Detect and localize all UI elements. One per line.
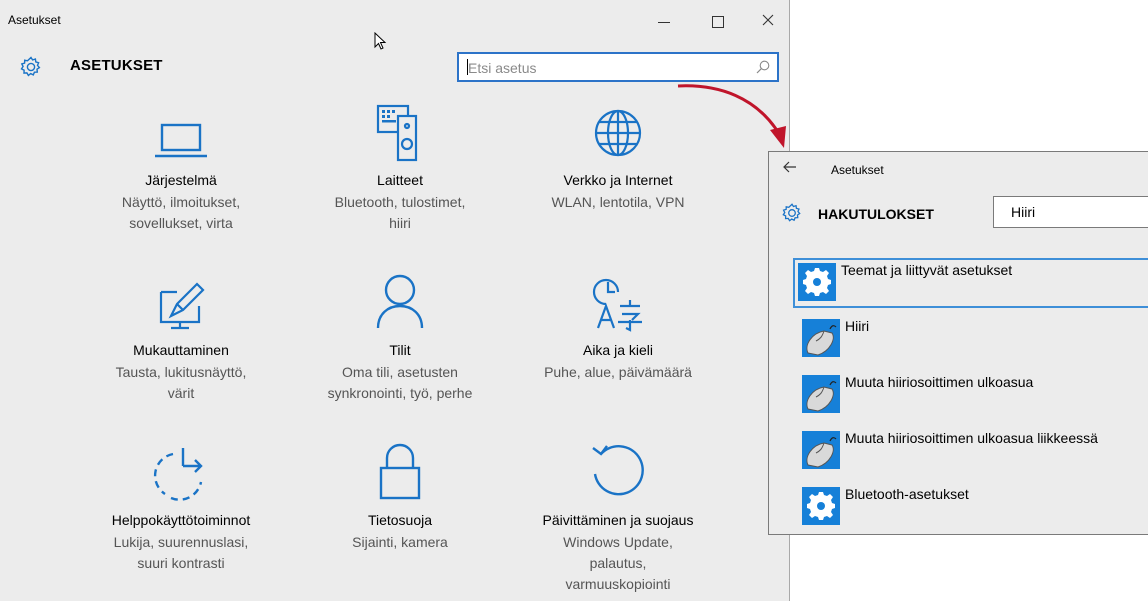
mouse-icon xyxy=(802,431,840,469)
tile-description: Bluetooth, tulostimet, hiiri xyxy=(334,194,466,231)
time-language-icon xyxy=(503,260,733,332)
search-results-window: Asetukset HAKUTULOKSET Hiiri Teemat ja l… xyxy=(768,151,1148,535)
page-title: HAKUTULOKSET xyxy=(818,206,934,222)
result-item[interactable]: Muuta hiiriosoittimen ulkoasua liikkeess… xyxy=(797,426,1148,476)
window-title: Asetukset xyxy=(831,163,884,177)
tile-update-security[interactable]: Päivittäminen ja suojaus Windows Update,… xyxy=(503,430,733,595)
tile-description: Sijainti, kamera xyxy=(352,534,448,550)
tile-time-language[interactable]: Aika ja kieli Puhe, alue, päivämäärä xyxy=(503,260,733,383)
tile-accounts[interactable]: Tilit Oma tili, asetusten synkronointi, t… xyxy=(285,260,515,404)
tile-description: Lukija, suurennuslasi, suuri kontrasti xyxy=(113,534,249,571)
mouse-icon xyxy=(802,375,840,413)
result-label: Teemat ja liittyvät asetukset xyxy=(841,262,1013,278)
gear-icon xyxy=(802,487,840,525)
result-label: Muuta hiiriosoittimen ulkoasua liikkeess… xyxy=(845,430,1098,446)
tile-description: Oma tili, asetusten synkronointi, työ, pe… xyxy=(327,364,473,401)
search-placeholder: Etsi asetus xyxy=(468,60,537,76)
tile-description: Näyttö, ilmoitukset, sovellukset, virta xyxy=(121,194,241,231)
maximize-icon[interactable] xyxy=(698,6,738,36)
devices-icon xyxy=(285,90,515,162)
tile-title: Tietosuoja xyxy=(367,512,433,528)
callout-arrow xyxy=(677,84,786,148)
ease-of-access-icon xyxy=(66,430,296,502)
tile-title: Tilit xyxy=(389,342,411,358)
tile-personalization[interactable]: Mukauttaminen Tausta, lukitusnäyttö, väri… xyxy=(66,260,296,404)
close-icon[interactable] xyxy=(748,6,788,36)
tile-title: Mukauttaminen xyxy=(133,342,229,358)
result-item[interactable]: Hiiri xyxy=(797,314,1148,364)
result-label: Muuta hiiriosoittimen ulkoasua xyxy=(845,374,1034,390)
tile-title: Laitteet xyxy=(377,172,423,188)
tile-system[interactable]: Järjestelmä Näyttö, ilmoitukset, sovelluk… xyxy=(66,90,296,234)
tile-description: Tausta, lukitusnäyttö, värit xyxy=(115,364,247,401)
tile-description: Puhe, alue, päivämäärä xyxy=(544,364,692,380)
minimize-icon[interactable] xyxy=(644,6,684,36)
page-title: ASETUKSET xyxy=(70,57,163,74)
tile-title: Järjestelmä xyxy=(145,172,217,188)
tile-ease-of-access[interactable]: Helppokäyttötoiminnot Lukija, suurennusl… xyxy=(66,430,296,574)
result-label: Bluetooth-asetukset xyxy=(845,486,969,502)
update-icon xyxy=(503,430,733,502)
mouse-cursor-icon xyxy=(374,32,387,50)
search-input[interactable]: Hiiri xyxy=(993,196,1148,228)
mouse-icon xyxy=(802,319,840,357)
laptop-icon xyxy=(66,90,296,162)
tile-description: WLAN, lentotila, VPN xyxy=(551,194,685,210)
tile-privacy[interactable]: Tietosuoja Sijainti, kamera xyxy=(285,430,515,553)
tile-title: Päivittäminen ja suojaus xyxy=(542,512,694,528)
tile-title: Helppokäyttötoiminnot xyxy=(111,512,251,528)
result-label: Hiiri xyxy=(845,318,870,334)
search-query: Hiiri xyxy=(1011,204,1036,220)
tile-description: Windows Update, palautus, varmuuskopiointi xyxy=(563,534,673,592)
back-arrow-icon[interactable] xyxy=(783,160,797,177)
lock-icon xyxy=(285,430,515,502)
result-item[interactable]: Bluetooth-asetukset xyxy=(797,482,1148,532)
personalization-icon xyxy=(66,260,296,332)
gear-icon xyxy=(781,202,803,229)
gear-icon xyxy=(19,55,43,84)
person-icon xyxy=(285,260,515,332)
title-bar[interactable]: Asetukset xyxy=(0,0,789,40)
window-title: Asetukset xyxy=(8,13,61,27)
result-item[interactable]: Teemat ja liittyvät asetukset xyxy=(793,258,1148,308)
tile-title: Verkko ja Internet xyxy=(563,172,673,188)
search-icon[interactable] xyxy=(755,59,771,80)
tile-devices[interactable]: Laitteet Bluetooth, tulostimet, hiiri xyxy=(285,90,515,234)
gear-icon xyxy=(798,263,836,301)
result-item[interactable]: Muuta hiiriosoittimen ulkoasua xyxy=(797,370,1148,420)
tile-title: Aika ja kieli xyxy=(582,342,654,358)
